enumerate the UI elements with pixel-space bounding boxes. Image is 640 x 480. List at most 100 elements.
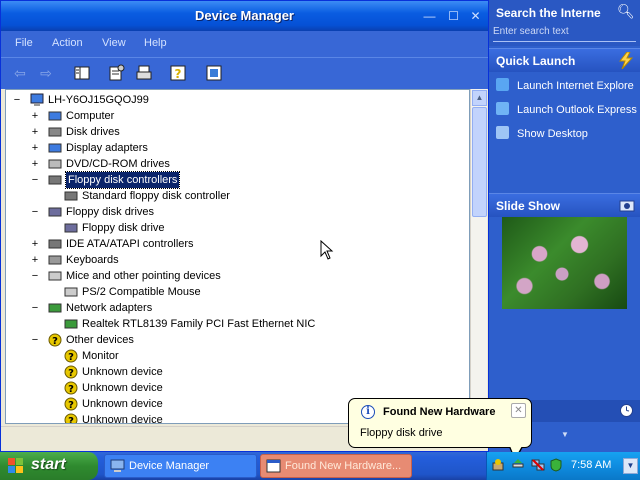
collapse-icon[interactable]: − <box>30 268 40 284</box>
expand-icon[interactable]: + <box>30 236 40 252</box>
ide-controller-icon <box>48 239 62 249</box>
found-new-hardware-balloon[interactable]: i Found New Hardware ✕ Floppy disk drive <box>348 398 532 461</box>
print-icon[interactable] <box>135 64 153 82</box>
camera-icon[interactable] <box>619 198 635 212</box>
taskbar: start Device Manager Found New Hardware.… <box>0 452 640 480</box>
taskbar-found-new-hardware[interactable]: Found New Hardware... <box>260 454 412 478</box>
tree-node-label: Other devices <box>66 334 134 346</box>
vertical-scrollbar[interactable]: ▲ ▼ <box>470 89 487 424</box>
svg-text:?: ? <box>175 67 182 81</box>
unknown-device-icon: ? <box>64 397 78 411</box>
tree-node[interactable]: Floppy disk drive <box>50 220 469 236</box>
tree-node[interactable]: − Floppy disk drives <box>30 204 450 220</box>
tree-node[interactable]: − Network adapters <box>30 300 450 316</box>
tree-node[interactable]: Standard floppy disk controller <box>50 188 469 204</box>
back-icon[interactable]: ⇦ <box>11 64 29 82</box>
system-tray: 7:58 AM ▼ <box>486 452 640 480</box>
menu-file[interactable]: File <box>15 37 33 49</box>
close-button[interactable]: ✕ <box>465 6 486 27</box>
quick-launch-label: Show Desktop <box>517 128 588 140</box>
expand-icon[interactable]: + <box>30 156 40 172</box>
quick-launch-show-desktop[interactable]: Show Desktop <box>496 126 588 140</box>
tree-node[interactable]: + IDE ATA/ATAPI controllers <box>30 236 450 252</box>
tree-node[interactable]: + Display adapters <box>30 140 450 156</box>
menu-action[interactable]: Action <box>52 37 83 49</box>
sidebar-down-icon[interactable]: ▼ <box>561 430 569 439</box>
tray-dropdown-icon[interactable]: ▼ <box>623 458 638 474</box>
security-shield-icon[interactable] <box>549 458 563 472</box>
tree-node[interactable]: − Mice and other pointing devices <box>30 268 450 284</box>
scroll-up-icon[interactable]: ▲ <box>472 90 487 106</box>
safely-remove-icon[interactable] <box>511 458 525 472</box>
quick-launch-title: Quick Launch <box>496 54 576 68</box>
scroll-thumb[interactable] <box>472 107 487 217</box>
tree-root-label: LH-Y6OJ15GQOJ99 <box>48 94 149 106</box>
unknown-device-icon: ? <box>64 365 78 379</box>
computer-icon <box>48 111 62 121</box>
tree-node[interactable]: PS/2 Compatible Mouse <box>50 284 469 300</box>
tree-node-label: Unknown device <box>82 414 163 424</box>
tree-node[interactable]: + DVD/CD-ROM drives <box>30 156 450 172</box>
slide-show-image[interactable] <box>502 217 627 309</box>
device-tree: − LH-Y6OJ15GQOJ99 + Computer + Disk drives +… <box>5 89 470 424</box>
svg-text:?: ? <box>68 368 74 379</box>
svg-text:?: ? <box>68 384 74 395</box>
mouse-cursor-icon <box>320 240 334 260</box>
start-button[interactable]: start <box>0 452 98 480</box>
quick-launch-internet-explorer[interactable]: Launch Internet Explore <box>496 78 634 92</box>
collapse-icon[interactable]: − <box>30 204 40 220</box>
sidebar: Search the Interne 🔍︎ Enter search text … <box>489 0 640 452</box>
search-icon[interactable]: 🔍︎ <box>617 3 635 20</box>
tree-node-label: Network adapters <box>66 302 153 314</box>
maximize-button[interactable]: ☐ <box>443 6 464 27</box>
expand-icon[interactable]: + <box>30 140 40 156</box>
properties-icon[interactable] <box>107 64 125 82</box>
tree-node[interactable]: −? Other devices <box>30 332 450 348</box>
expand-icon[interactable]: + <box>30 108 40 124</box>
mouse-icon <box>48 271 62 281</box>
quick-launch-label: Launch Outlook Express <box>517 104 637 116</box>
tree-node[interactable]: − Floppy disk controllers <box>30 171 450 189</box>
title-bar[interactable]: Device Manager — ☐ ✕ <box>1 1 488 31</box>
tree-node-label: Floppy disk drive <box>82 222 165 234</box>
new-hardware-icon[interactable] <box>491 458 505 472</box>
balloon-close-button[interactable]: ✕ <box>511 403 526 418</box>
floppy-controller-icon <box>48 175 62 185</box>
tree-node[interactable]: Realtek RTL8139 Family PCI Fast Ethernet… <box>50 316 469 332</box>
keyboard-icon <box>48 255 62 265</box>
tree-node[interactable]: ? Monitor <box>50 348 469 364</box>
collapse-icon[interactable]: − <box>30 332 40 348</box>
svg-text:?: ? <box>52 336 58 347</box>
show-hide-console-tree-icon[interactable] <box>73 64 91 82</box>
taskbar-device-manager[interactable]: Device Manager <box>104 454 257 478</box>
window-icon <box>266 459 281 473</box>
unknown-device-icon: ? <box>64 349 78 363</box>
expand-icon[interactable]: + <box>30 252 40 268</box>
collapse-icon[interactable]: − <box>30 172 40 188</box>
menu-help[interactable]: Help <box>144 37 167 49</box>
tree-node[interactable]: + Keyboards <box>30 252 450 268</box>
search-input[interactable]: Enter search text <box>493 26 636 42</box>
quick-launch-outlook-express[interactable]: Launch Outlook Express <box>496 102 637 116</box>
task-label: Found New Hardware... <box>285 460 402 472</box>
expand-icon[interactable]: + <box>30 124 40 140</box>
scan-hardware-icon[interactable] <box>205 64 223 82</box>
tree-node[interactable]: + Disk drives <box>30 124 450 140</box>
tree-node[interactable]: + Computer <box>30 108 450 124</box>
slide-show-header: Slide Show <box>489 193 640 217</box>
help-icon[interactable]: ? <box>169 64 187 82</box>
tree-node[interactable]: ? Unknown device <box>50 364 469 380</box>
unknown-device-icon: ? <box>64 413 78 423</box>
unknown-device-icon: ? <box>48 333 62 347</box>
clock[interactable]: 7:58 AM <box>571 459 611 471</box>
quick-launch-header: Quick Launch <box>489 48 640 72</box>
forward-icon[interactable]: ⇨ <box>37 64 55 82</box>
tree-node[interactable]: ? Unknown device <box>50 380 469 396</box>
menu-view[interactable]: View <box>102 37 126 49</box>
window-title: Device Manager <box>195 8 294 23</box>
collapse-icon[interactable]: − <box>30 300 40 316</box>
network-icon[interactable] <box>531 458 545 472</box>
tree-root[interactable]: − LH-Y6OJ15GQOJ99 <box>12 92 212 108</box>
minimize-button[interactable]: — <box>419 6 440 27</box>
quick-launch-label: Launch Internet Explore <box>517 80 634 92</box>
